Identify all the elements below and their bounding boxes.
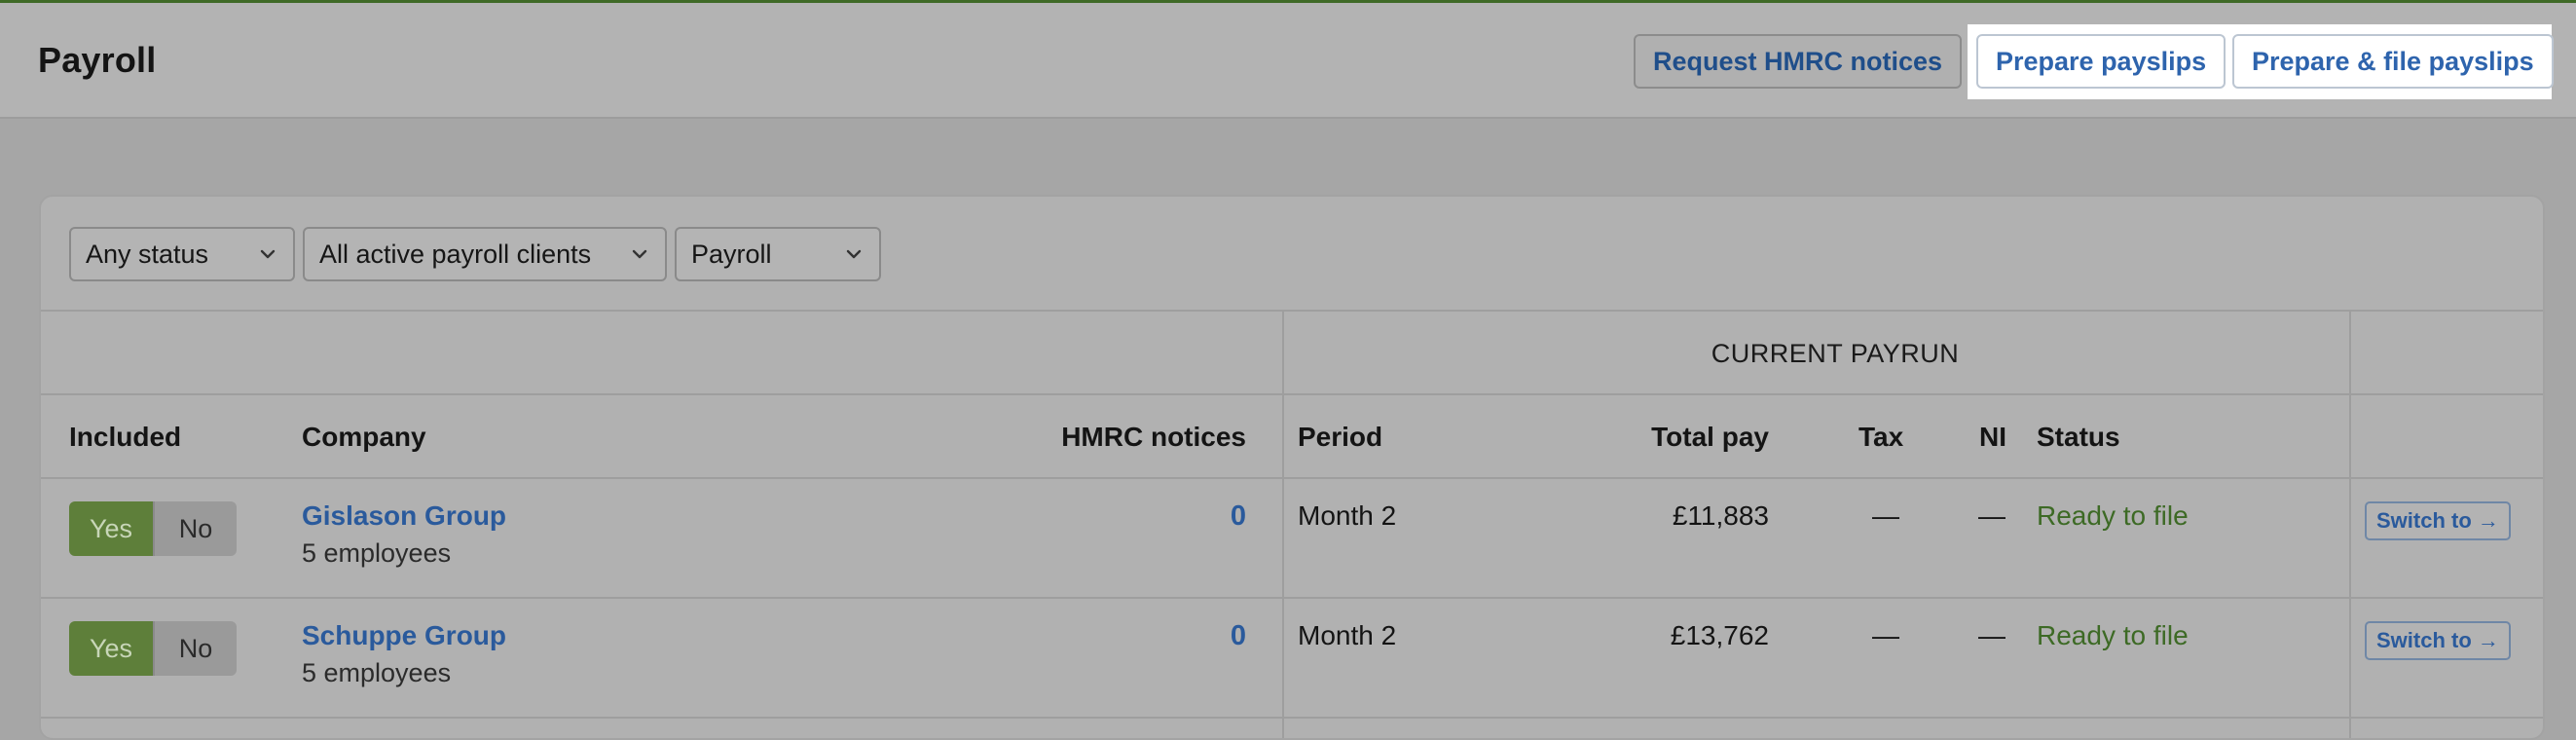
column-divider (2349, 312, 2351, 738)
chevron-down-icon (846, 249, 862, 259)
period-value: Month 2 (1298, 620, 1397, 650)
switch-to-button[interactable]: Switch to → (2365, 501, 2511, 540)
prepare-payslips-button[interactable]: Prepare payslips (1976, 34, 2226, 89)
column-company: Company (302, 422, 426, 452)
column-tax: Tax (1858, 422, 1904, 452)
included-no-button[interactable]: No (153, 621, 237, 676)
table-row: Yes No Schuppe Group 5 employees 0 Month… (41, 599, 2543, 719)
table-group-header: CURRENT PAYRUN (41, 312, 2543, 395)
type-filter-value: Payroll (691, 239, 772, 269)
column-ni: NI (1979, 422, 2006, 452)
tax-value: — (1872, 500, 1899, 531)
employee-count: 5 employees (302, 538, 452, 568)
company-link[interactable]: Gislason Group (302, 500, 506, 532)
table-header-row: Included Company HMRC notices Period Tot… (41, 395, 2543, 479)
page-title: Payroll (38, 40, 157, 80)
hmrc-notices-count[interactable]: 0 (1231, 620, 1246, 652)
prepare-file-payslips-button[interactable]: Prepare & file payslips (2232, 34, 2554, 89)
ni-value: — (1978, 620, 2006, 650)
chevron-down-icon (260, 249, 276, 259)
included-toggle: Yes No (69, 621, 237, 676)
column-included: Included (69, 422, 182, 452)
status-filter-value: Any status (86, 239, 209, 269)
period-value: Month 2 (1298, 500, 1397, 531)
type-filter-select[interactable]: Payroll (675, 227, 881, 281)
hmrc-notices-count[interactable]: 0 (1231, 500, 1246, 533)
table-row: Yes No Gislason Group 5 employees 0 Mont… (41, 479, 2543, 599)
employee-count: 5 employees (302, 658, 452, 687)
column-total-pay: Total pay (1651, 422, 1769, 452)
clients-filter-value: All active payroll clients (319, 239, 592, 269)
included-yes-button[interactable]: Yes (69, 501, 153, 556)
status-badge: Ready to file (2037, 500, 2189, 531)
status-badge: Ready to file (2037, 620, 2189, 650)
current-payrun-heading: CURRENT PAYRUN (1711, 339, 1960, 368)
filter-bar: Any status All active payroll clients Pa… (41, 197, 2543, 312)
top-bar: Payroll Request HMRC notices Prepare pay… (0, 0, 2576, 119)
included-no-button[interactable]: No (153, 501, 237, 556)
column-divider (1282, 312, 1284, 738)
included-toggle: Yes No (69, 501, 237, 556)
total-pay-value: £11,883 (1672, 500, 1769, 531)
ni-value: — (1978, 500, 2006, 531)
clients-filter-select[interactable]: All active payroll clients (303, 227, 667, 281)
included-yes-button[interactable]: Yes (69, 621, 153, 676)
column-period: Period (1298, 422, 1383, 452)
request-hmrc-notices-button[interactable]: Request HMRC notices (1634, 34, 1963, 89)
switch-to-button[interactable]: Switch to → (2365, 621, 2511, 660)
status-filter-select[interactable]: Any status (69, 227, 295, 281)
tax-value: — (1872, 620, 1899, 650)
chevron-down-icon (632, 249, 647, 259)
company-link[interactable]: Schuppe Group (302, 620, 506, 651)
total-pay-value: £13,762 (1670, 620, 1769, 650)
column-hmrc-notices: HMRC notices (1061, 422, 1246, 452)
column-status: Status (2037, 422, 2120, 452)
payroll-card: Any status All active payroll clients Pa… (39, 195, 2545, 740)
